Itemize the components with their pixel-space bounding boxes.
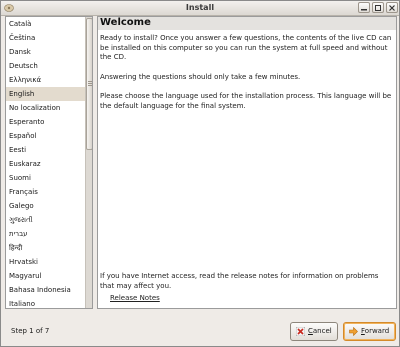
close-button[interactable]	[386, 2, 398, 13]
language-instructions-text: Please choose the language used for the …	[100, 92, 392, 110]
language-item[interactable]: Español	[6, 129, 85, 143]
scrollbar-grip	[88, 85, 92, 86]
language-item[interactable]: Bahasa Indonesia	[6, 283, 85, 297]
intro-text: Ready to install? Once you answer a few …	[100, 34, 392, 61]
release-notes-text: If you have Internet access, read the re…	[100, 272, 379, 290]
language-item[interactable]: Français	[6, 185, 85, 199]
maximize-button[interactable]	[372, 2, 384, 13]
scrollbar-thumb[interactable]	[86, 18, 92, 150]
maximize-icon	[375, 5, 381, 11]
minimize-icon	[361, 9, 367, 11]
language-item[interactable]: Suomi	[6, 171, 85, 185]
language-item[interactable]: Deutsch	[6, 59, 85, 73]
installer-window: Install Català Čeština Dansk Deutsch Ελληνικ…	[0, 0, 400, 347]
language-item[interactable]: No localization	[6, 101, 85, 115]
step-indicator: Step 1 of 7	[11, 327, 50, 335]
cancel-icon	[296, 327, 305, 336]
language-item[interactable]: Euskaraz	[6, 157, 85, 171]
cancel-button[interactable]: Cancel	[290, 322, 338, 341]
forward-button[interactable]: Forward	[343, 322, 396, 341]
duration-text: Answering the questions should only take…	[100, 73, 301, 81]
forward-label: Forward	[361, 327, 390, 335]
language-item[interactable]: English	[6, 87, 85, 101]
scrollbar-grip	[88, 83, 92, 84]
release-notes-link[interactable]: Release Notes	[110, 294, 160, 302]
minimize-button[interactable]	[358, 2, 370, 13]
close-icon	[389, 5, 395, 11]
language-item[interactable]: Magyarul	[6, 269, 85, 283]
language-item[interactable]: עברית	[6, 227, 85, 241]
language-item[interactable]: हिन्दी	[6, 241, 85, 255]
language-item[interactable]: ગુજરાતી	[6, 213, 85, 227]
welcome-header: Welcome	[98, 17, 396, 30]
language-item[interactable]: Dansk	[6, 45, 85, 59]
forward-arrow-icon	[349, 327, 358, 336]
language-item[interactable]: Ελληνικά	[6, 73, 85, 87]
welcome-panel: Welcome Ready to install? Once you answe…	[97, 16, 397, 309]
page-title: Welcome	[100, 17, 151, 28]
language-list[interactable]: Català Čeština Dansk Deutsch Ελληνικά English…	[5, 16, 93, 309]
language-item[interactable]: Català	[6, 17, 85, 31]
window-title: Install	[185, 3, 215, 12]
language-list-scrollbar[interactable]	[85, 17, 92, 308]
scrollbar-grip	[88, 81, 92, 82]
language-item[interactable]: Italiano	[6, 297, 85, 308]
language-item[interactable]: Čeština	[6, 31, 85, 45]
language-item[interactable]: Galego	[6, 199, 85, 213]
language-item[interactable]: Hrvatski	[6, 255, 85, 269]
cancel-label: Cancel	[308, 327, 332, 335]
language-item[interactable]: Eesti	[6, 143, 85, 157]
language-item[interactable]: Esperanto	[6, 115, 85, 129]
title-bar[interactable]: Install	[1, 1, 399, 16]
